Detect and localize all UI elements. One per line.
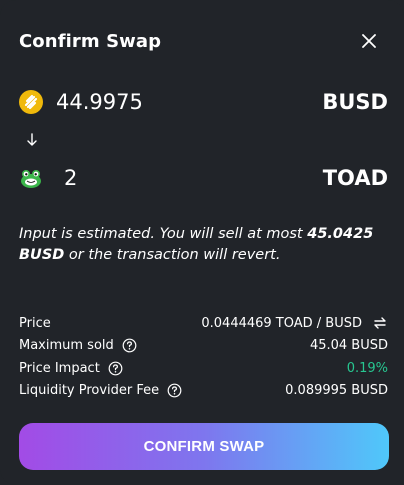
max-sold-value: 45.04 BUSD	[309, 338, 388, 354]
help-icon[interactable]	[122, 338, 137, 353]
price-label: Price	[19, 315, 51, 331]
output-token-symbol: TOAD	[322, 166, 388, 190]
help-icon[interactable]	[108, 361, 123, 376]
close-icon[interactable]	[358, 30, 380, 52]
estimate-notice: Input is estimated. You will sell at mos…	[19, 224, 374, 266]
modal-header: Confirm Swap	[19, 28, 380, 54]
lp-fee-row: Liquidity Provider Fee 0.089995 BUSD	[19, 380, 388, 403]
output-amount: 2	[64, 166, 78, 190]
confirm-swap-button[interactable]: CONFIRM SWAP	[19, 423, 389, 470]
confirm-swap-modal: Confirm Swap 44.9975 BUSD 2 TOAD Input i…	[0, 0, 404, 485]
output-token-row: 2 TOAD	[19, 163, 388, 193]
lp-fee-value: 0.089995 BUSD	[285, 383, 388, 399]
lp-fee-label: Liquidity Provider Fee	[19, 383, 160, 399]
arrow-down-icon	[27, 133, 37, 146]
price-row: Price 0.0444469 TOAD / BUSD	[19, 312, 388, 335]
notice-suffix: or the transaction will revert.	[64, 247, 281, 263]
price-impact-value: 0.19%	[346, 360, 388, 376]
price-impact-row: Price Impact 0.19%	[19, 357, 388, 380]
input-amount: 44.9975	[56, 90, 143, 114]
input-token-symbol: BUSD	[322, 90, 388, 114]
modal-title: Confirm Swap	[19, 30, 162, 52]
swap-details: Price 0.0444469 TOAD / BUSD Maximum sold	[19, 312, 388, 402]
price-impact-label: Price Impact	[19, 360, 100, 376]
max-sold-row: Maximum sold 45.04 BUSD	[19, 335, 388, 358]
toad-frog-icon	[19, 166, 43, 190]
notice-prefix: Input is estimated. You will sell at mos…	[19, 226, 308, 242]
swap-direction-icon[interactable]	[372, 315, 388, 331]
help-icon[interactable]	[167, 383, 182, 398]
busd-coin-icon	[19, 90, 43, 114]
price-value: 0.0444469 TOAD / BUSD	[201, 315, 362, 331]
input-token-row: 44.9975 BUSD	[19, 87, 388, 117]
max-sold-label: Maximum sold	[19, 338, 114, 354]
